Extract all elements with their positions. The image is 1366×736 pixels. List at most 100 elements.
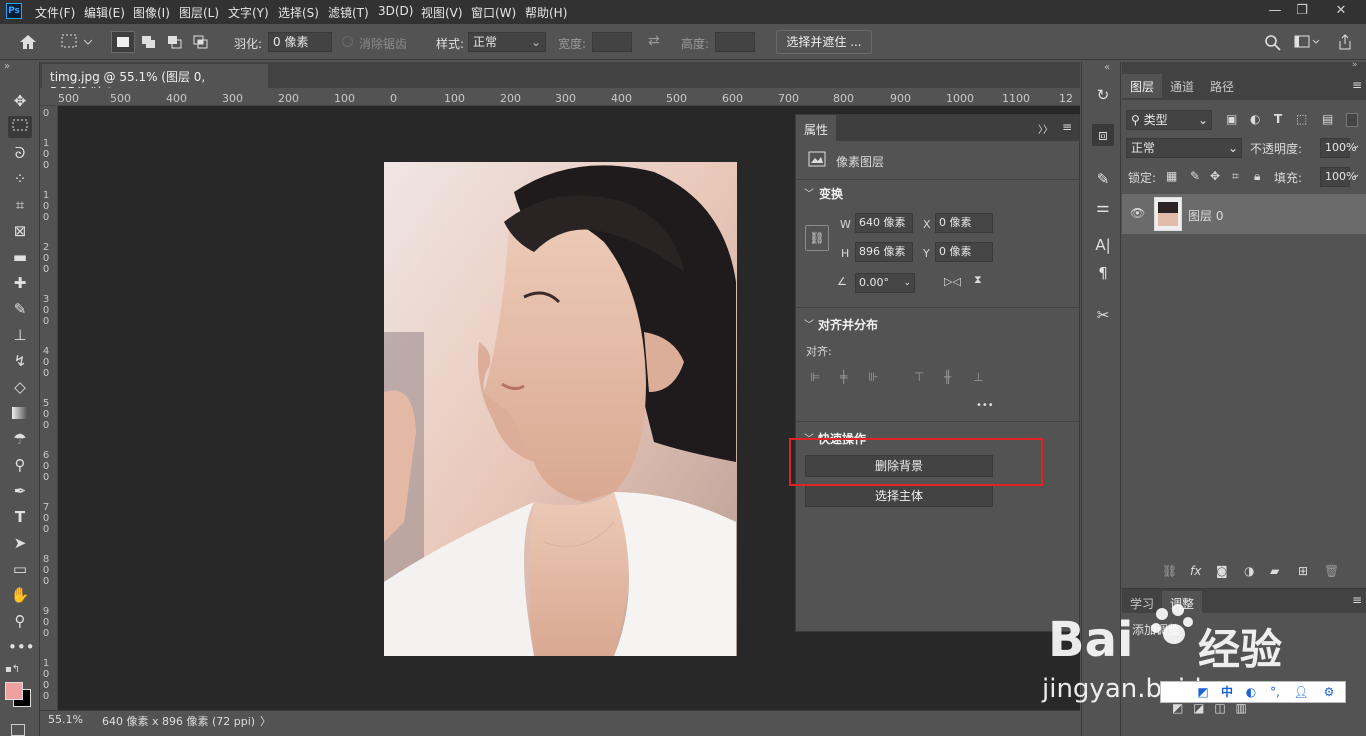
new-adjustment-icon[interactable]: ◑ <box>1244 564 1254 578</box>
tab-channels[interactable]: 通道 <box>1162 74 1202 98</box>
marquee-preset-picker[interactable] <box>60 33 94 51</box>
foreground-color-swatch[interactable] <box>5 682 23 700</box>
subtract-selection-icon[interactable] <box>166 34 184 50</box>
properties-panel-icon[interactable]: ⧈ <box>1092 124 1114 146</box>
eye-icon[interactable]: 👁︎ <box>1130 206 1145 220</box>
brush-tool-icon[interactable]: ✎ <box>8 298 32 320</box>
menu-edit[interactable]: 编辑(E) <box>84 4 125 21</box>
layer-filter-select[interactable]: ⚲ 类型 ⌄ <box>1126 110 1212 130</box>
menu-help[interactable]: 帮助(H) <box>525 4 567 21</box>
feather-input[interactable]: 0 像素 <box>268 32 332 52</box>
pen-tool-icon[interactable]: ✒ <box>8 480 32 502</box>
more-tools-icon[interactable]: ••• <box>8 636 35 658</box>
move-tool-icon[interactable]: ✥ <box>8 90 32 112</box>
rectangle-tool-icon[interactable]: ▭ <box>8 558 32 580</box>
align-bottom-icon[interactable]: ⊥ <box>973 370 983 384</box>
adjustments-icon[interactable]: ⚌ <box>1092 196 1114 218</box>
section-toggle-icon[interactable]: ﹀ <box>804 316 814 331</box>
status-arrow-icon[interactable]: 〉 <box>260 713 271 729</box>
add-mask-icon[interactable]: ◙ <box>1216 564 1228 578</box>
eraser-tool-icon[interactable]: ◇ <box>8 376 32 398</box>
panel-menu-icon[interactable]: ≡ <box>1062 120 1072 134</box>
add-selection-icon[interactable] <box>140 34 158 50</box>
filter-shape-icon[interactable]: ⬚ <box>1296 112 1307 126</box>
lock-transparency-icon[interactable]: ▦ <box>1166 169 1177 183</box>
menu-type[interactable]: 文字(Y) <box>228 4 269 21</box>
hand-tool-icon[interactable]: ✋ <box>8 584 32 606</box>
gradient-tool-icon[interactable] <box>8 402 32 424</box>
workspace-icon[interactable] <box>1294 34 1320 50</box>
flip-vertical-icon[interactable]: ⧗ <box>974 273 982 287</box>
fill-input[interactable]: 100% <box>1320 167 1356 187</box>
paragraph-panel-icon[interactable]: ¶ <box>1092 262 1114 284</box>
character-panel-icon[interactable]: A| <box>1092 234 1114 256</box>
new-selection-button[interactable] <box>111 31 135 53</box>
ime-user-icon[interactable]: 👤︎ <box>1293 684 1309 700</box>
layer-row[interactable]: 👁︎ 图层 0 <box>1122 194 1366 234</box>
swap-icon[interactable]: ⇄ <box>648 33 660 49</box>
intersect-selection-icon[interactable] <box>192 34 210 50</box>
filter-smart-object-icon[interactable]: ▤ <box>1322 112 1333 126</box>
photo-canvas[interactable] <box>384 162 737 656</box>
opacity-input[interactable]: 100% <box>1320 138 1356 158</box>
filter-toggle[interactable] <box>1346 113 1358 127</box>
search-icon[interactable] <box>1264 34 1282 52</box>
ime-logo-icon[interactable]: ◩ <box>1195 684 1211 700</box>
width-field[interactable]: 640 像素 <box>855 213 913 233</box>
brush-settings-icon[interactable]: ✎ <box>1092 168 1114 190</box>
tab-paths[interactable]: 路径 <box>1202 74 1242 98</box>
fx-icon[interactable]: fx <box>1190 564 1201 578</box>
type-tool-icon[interactable]: T <box>8 506 32 528</box>
angle-field[interactable]: 0.00° ⌄ <box>855 273 915 293</box>
menu-filter[interactable]: 滤镜(T) <box>328 4 369 21</box>
layers-menu-icon[interactable]: ≡ <box>1352 78 1362 92</box>
restore-button[interactable]: ❐ <box>1291 2 1313 20</box>
style-select[interactable]: 正常 ⌄ <box>468 32 546 52</box>
document-tab[interactable]: timg.jpg @ 55.1% (图层 0, RGB/8#) * × <box>42 64 268 99</box>
menu-3d[interactable]: 3D(D) <box>378 4 413 18</box>
y-field[interactable]: 0 像素 <box>935 242 993 262</box>
collapse-layers-icon[interactable]: » <box>1352 60 1358 70</box>
align-top-icon[interactable]: ⊤ <box>914 370 924 384</box>
link-dimensions-button[interactable]: ⛓ <box>805 225 829 251</box>
more-options-icon[interactable]: ••• <box>976 400 994 411</box>
select-subject-button[interactable]: 选择主体 <box>805 485 993 507</box>
ime-language[interactable]: 中 <box>1219 684 1235 700</box>
filter-adjustment-icon[interactable]: ◐ <box>1250 112 1260 126</box>
align-vcenter-icon[interactable]: ╫ <box>944 370 951 384</box>
height-input[interactable] <box>715 32 755 52</box>
layer-name[interactable]: 图层 0 <box>1188 207 1223 224</box>
ime-punct-icon[interactable]: °, <box>1267 684 1283 700</box>
menu-file[interactable]: 文件(F) <box>35 4 75 21</box>
align-hcenter-icon[interactable]: ╪ <box>840 370 847 384</box>
new-group-icon[interactable]: ▰ <box>1270 564 1279 578</box>
tab-layers[interactable]: 图层 <box>1122 74 1163 98</box>
x-field[interactable]: 0 像素 <box>935 213 993 233</box>
menu-layer[interactable]: 图层(L) <box>179 4 219 21</box>
height-field[interactable]: 896 像素 <box>855 242 913 262</box>
link-layers-icon[interactable]: ⛓ <box>1162 564 1177 578</box>
blur-tool-icon[interactable]: ☂ <box>8 428 32 450</box>
filter-pixel-icon[interactable]: ▣ <box>1226 112 1237 126</box>
share-icon[interactable] <box>1336 33 1354 51</box>
antialias-checkbox[interactable] <box>342 36 353 47</box>
section-toggle-icon[interactable]: ﹀ <box>804 185 814 200</box>
lock-position-icon[interactable]: ✥ <box>1210 169 1220 183</box>
filter-type-icon[interactable]: T <box>1274 112 1282 126</box>
crop-tool-icon[interactable]: ⌗ <box>8 194 32 216</box>
chevron-down-icon[interactable]: ⌄ <box>1352 140 1360 151</box>
menu-view[interactable]: 视图(V) <box>421 4 463 21</box>
tab-properties[interactable]: 属性 <box>796 115 836 141</box>
dodge-tool-icon[interactable]: ⚲ <box>8 454 32 476</box>
quick-mask-icon[interactable] <box>11 724 25 736</box>
ime-moon-icon[interactable]: ◐ <box>1243 684 1259 700</box>
align-right-icon[interactable]: ⊪ <box>868 370 878 384</box>
quick-select-tool-icon[interactable]: ⁘ <box>8 168 32 190</box>
zoom-tool-icon[interactable]: ⚲ <box>8 610 32 632</box>
collapse-toolbar-icon[interactable]: » <box>4 61 10 72</box>
history-panel-icon[interactable]: ↻ <box>1092 84 1114 106</box>
flip-horizontal-icon[interactable]: ▷◁ <box>944 275 961 288</box>
select-and-mask-button[interactable]: 选择并遮住 ... <box>776 30 872 54</box>
ime-settings-icon[interactable]: ⚙︎ <box>1321 684 1337 700</box>
width-input[interactable] <box>592 32 632 52</box>
